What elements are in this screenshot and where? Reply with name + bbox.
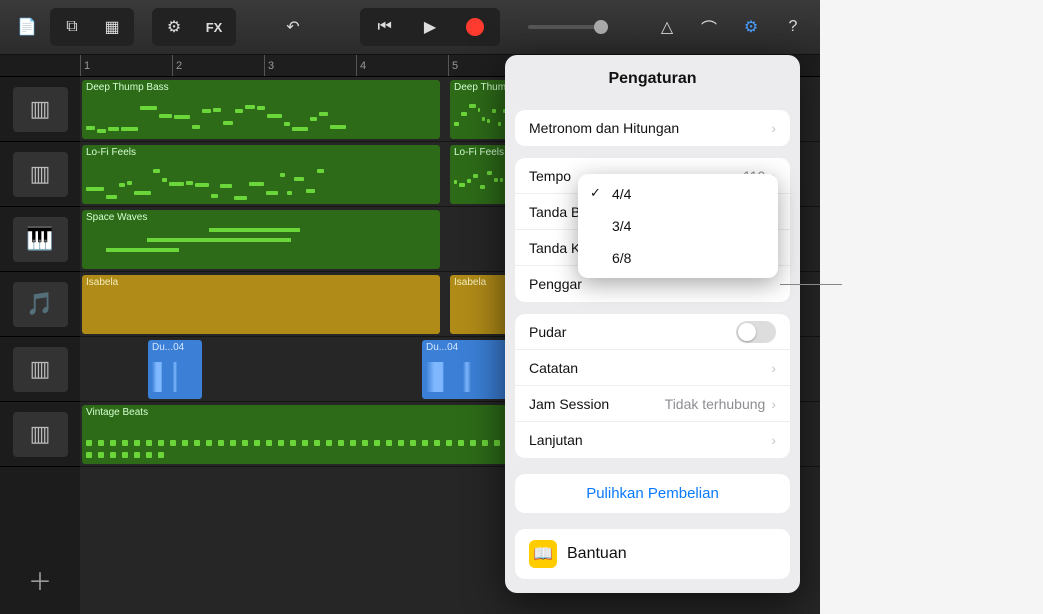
keyboard-icon: 🎹 xyxy=(13,217,68,262)
toolbar: 📄 ⧉ ▦ ⚙ FX ↶ ⏮ ▶ △ ⌒ ⚙ ? xyxy=(0,0,820,55)
popover-title: Pengaturan xyxy=(505,55,800,98)
chevron-right-icon: › xyxy=(771,432,776,448)
settings-section: Pudar Catatan › Jam Session Tidak terhub… xyxy=(515,314,790,458)
region[interactable]: Du...04 xyxy=(148,340,202,399)
drum-machine-icon: ▥ xyxy=(13,412,68,457)
track-header[interactable]: 🎵 xyxy=(0,272,80,337)
view-toggle-group: ⧉ ▦ xyxy=(50,8,134,46)
loop-icon[interactable]: ⌒ xyxy=(690,8,728,46)
row-value: Tidak terhubung xyxy=(665,396,766,412)
note-icon[interactable]: 📄 xyxy=(8,8,46,46)
dropdown-option[interactable]: 4/4 xyxy=(578,178,778,210)
row-label: Catatan xyxy=(529,360,765,376)
track-header[interactable]: 🎹 xyxy=(0,207,80,272)
fade-row[interactable]: Pudar xyxy=(515,314,790,350)
region-name: Isabela xyxy=(86,277,436,288)
fx-button[interactable]: FX xyxy=(194,10,234,44)
advanced-row[interactable]: Lanjutan › xyxy=(515,422,790,458)
chevron-right-icon: › xyxy=(771,360,776,376)
region-name: Du...04 xyxy=(152,342,198,353)
record-button[interactable] xyxy=(457,10,493,44)
region[interactable]: Deep Thump Bass xyxy=(82,80,440,139)
track-header[interactable]: ▥ xyxy=(0,142,80,207)
help-label: Bantuan xyxy=(567,545,627,563)
region-name: Lo-Fi Feels xyxy=(86,147,436,158)
volume-slider[interactable] xyxy=(528,25,608,29)
fade-toggle[interactable] xyxy=(736,321,776,343)
notes-row[interactable]: Catatan › xyxy=(515,350,790,386)
ruler-mark: 4 xyxy=(356,55,448,76)
region[interactable]: Space Waves xyxy=(82,210,440,269)
drum-machine-icon: ▥ xyxy=(13,87,68,132)
help-row[interactable]: 📖 Bantuan xyxy=(515,529,790,579)
help-icon[interactable]: ? xyxy=(774,8,812,46)
callout-line xyxy=(780,284,842,285)
region[interactable]: Isabela xyxy=(82,275,440,334)
region-name: Du...04 xyxy=(426,342,508,353)
fx-group: ⚙ FX xyxy=(152,8,236,46)
ruler-mark: 3 xyxy=(264,55,356,76)
drum-machine-icon: ▥ xyxy=(13,152,68,197)
metronome-icon[interactable]: △ xyxy=(648,8,686,46)
region-name: Space Waves xyxy=(86,212,436,223)
view-grid-icon[interactable]: ▦ xyxy=(92,10,132,44)
settings-section: Metronom dan Hitungan › xyxy=(515,110,790,146)
mixer-icon[interactable]: ⚙ xyxy=(154,10,194,44)
view-phones-icon[interactable]: ⧉ xyxy=(52,10,92,44)
dropdown-option[interactable]: 6/8 xyxy=(578,242,778,274)
region-name: Deep Thump Bass xyxy=(86,82,436,93)
ruler-mark: 1 xyxy=(80,55,172,76)
jam-session-row[interactable]: Jam Session Tidak terhubung › xyxy=(515,386,790,422)
chevron-right-icon: › xyxy=(771,120,776,136)
row-label: Pudar xyxy=(529,324,736,340)
ruler-mark: 2 xyxy=(172,55,264,76)
time-signature-dropdown[interactable]: 4/4 3/4 6/8 xyxy=(578,174,778,278)
region[interactable]: Du...04 xyxy=(422,340,512,399)
undo-button[interactable]: ↶ xyxy=(274,8,312,46)
dropdown-option[interactable]: 3/4 xyxy=(578,210,778,242)
row-label: Penggar xyxy=(529,276,776,292)
shaker-icon: 🎵 xyxy=(13,282,68,327)
book-icon: 📖 xyxy=(529,540,557,568)
track-header[interactable]: ▥ xyxy=(0,402,80,467)
track-header-column: ▥ ▥ 🎹 🎵 ▥ ▥ ＋ xyxy=(0,55,80,614)
row-label: Lanjutan xyxy=(529,432,765,448)
rewind-button[interactable]: ⏮ xyxy=(367,10,403,44)
transport: ⏮ ▶ xyxy=(360,8,500,46)
app-root: 📄 ⧉ ▦ ⚙ FX ↶ ⏮ ▶ △ ⌒ ⚙ ? ▥ ▥ 🎹 xyxy=(0,0,820,614)
metronome-row[interactable]: Metronom dan Hitungan › xyxy=(515,110,790,146)
restore-purchases-button[interactable]: Pulihkan Pembelian xyxy=(515,474,790,513)
add-track-button[interactable]: ＋ xyxy=(0,544,80,614)
settings-popover: Pengaturan Metronom dan Hitungan › Tempo… xyxy=(505,55,800,593)
row-label: Jam Session xyxy=(529,396,665,412)
drum-machine-icon: ▥ xyxy=(13,347,68,392)
row-label: Metronom dan Hitungan xyxy=(529,120,765,136)
track-header[interactable]: ▥ xyxy=(0,77,80,142)
play-button[interactable]: ▶ xyxy=(412,10,448,44)
region[interactable]: Lo-Fi Feels xyxy=(82,145,440,204)
settings-gear-icon[interactable]: ⚙ xyxy=(732,8,770,46)
chevron-right-icon: › xyxy=(771,396,776,412)
track-header[interactable]: ▥ xyxy=(0,337,80,402)
